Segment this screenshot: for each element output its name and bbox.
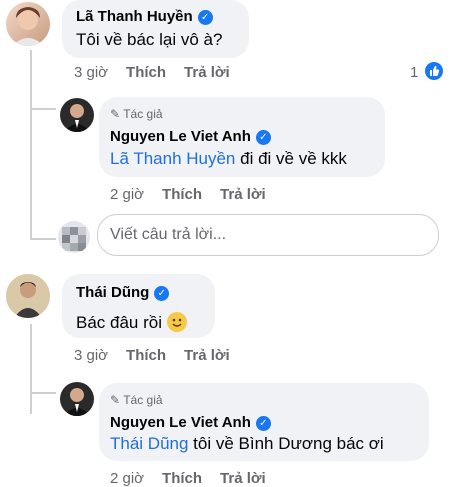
thread-connector [30,108,56,110]
thread-line [30,50,32,240]
mention-link[interactable]: Lã Thanh Huyền [110,149,235,168]
reply-button[interactable]: Trả lời [220,470,266,487]
comment-time[interactable]: 3 giờ [74,64,108,81]
pencil-icon: ✎ [110,393,121,407]
reply-button[interactable]: Trả lời [184,64,230,81]
like-button[interactable]: Thích [162,186,202,203]
comment-bubble: Thái Dũng ✓ Bác đâu rồi [62,274,215,338]
comment-actions: 2 giờ Thích Trả lời [110,186,284,203]
comment-bubble: Lã Thanh Huyền ✓ Tôi về bác lại vô à? [62,0,249,58]
author-badge-label: Tác giả [123,107,163,121]
reply-button[interactable]: Trả lời [184,347,230,364]
comment-actions: 3 giờ Thích Trả lời [74,64,248,81]
like-button[interactable]: Thích [126,347,166,364]
comment-time[interactable]: 2 giờ [110,470,144,487]
avatar[interactable] [6,274,50,318]
author-badge: ✎ Tác giả [110,393,163,407]
reply-bubble: ✎ Tác giả Nguyen Le Viet Anh ✓ Thái Dũng … [99,383,429,461]
smile-emoji-icon [166,312,187,332]
verified-icon: ✓ [255,130,271,145]
reaction-count[interactable]: 1 [410,62,443,81]
reply-button[interactable]: Trả lời [220,186,266,203]
reaction-count-label: 1 [410,64,419,81]
author-badge-label: Tác giả [123,393,163,407]
author-badge: ✎ Tác giả [110,107,163,121]
comment-author[interactable]: Nguyen Le Viet Anh ✓ [110,128,271,145]
like-button[interactable]: Thích [126,64,166,81]
comment-text: Lã Thanh Huyền đi đi về về kkk [110,149,347,169]
comment-author[interactable]: Lã Thanh Huyền ✓ [76,8,213,25]
comment-text: Tôi về bác lại vô à? [76,30,223,49]
thread-connector [30,238,56,240]
mention-link[interactable]: Thái Dũng [110,434,188,453]
reply-input[interactable]: Viết câu trả lời... [97,214,439,256]
verified-icon: ✓ [197,10,213,25]
comment-text: Bác đâu rồi [76,312,187,333]
verified-icon: ✓ [255,416,271,431]
avatar[interactable] [60,382,94,416]
pencil-icon: ✎ [110,107,121,121]
comment-text-body: đi đi về về kkk [235,149,347,168]
verified-icon: ✓ [154,286,170,301]
comment-time[interactable]: 2 giờ [110,186,144,203]
thread-line [30,324,32,414]
comment-actions: 3 giờ Thích Trả lời [74,347,248,364]
comment-text-body: tôi về Bình Dương bác ơi [188,434,384,453]
avatar[interactable] [6,2,50,46]
comment-text-body: Bác đâu rồi [76,313,167,332]
like-button[interactable]: Thích [162,470,202,487]
comment-time[interactable]: 3 giờ [74,347,108,364]
avatar[interactable] [58,221,90,253]
reply-bubble: ✎ Tác giả Nguyen Le Viet Anh ✓ Lã Thanh H… [99,97,385,177]
comment-author[interactable]: Nguyen Le Viet Anh ✓ [110,414,271,431]
comment-text: Thái Dũng tôi về Bình Dương bác ơi [110,434,384,454]
comment-actions: 2 giờ Thích Trả lời [110,470,284,487]
like-reaction-icon [424,62,443,80]
avatar[interactable] [60,98,94,132]
reply-placeholder: Viết câu trả lời... [110,226,227,243]
comment-author[interactable]: Thái Dũng ✓ [76,284,170,301]
thread-connector [30,392,56,394]
